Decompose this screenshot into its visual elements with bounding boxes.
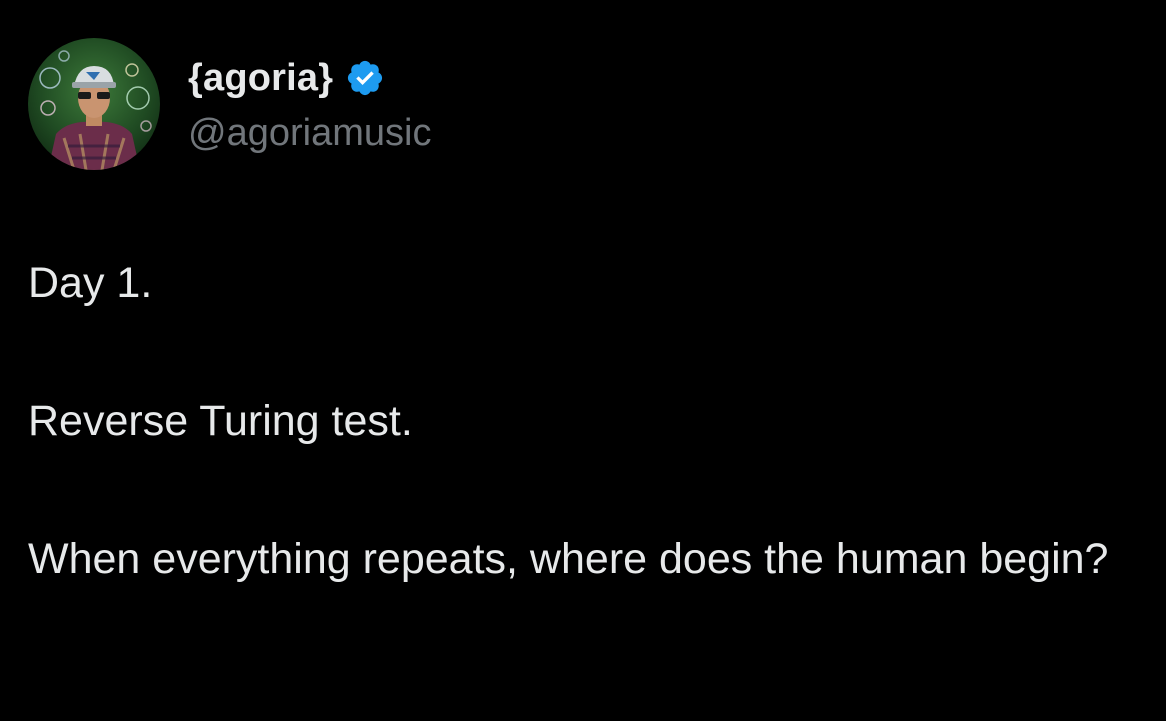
tweet-card: {agoria} @agoriamusic Day 1. Reverse Tur… bbox=[0, 0, 1166, 721]
tweet-paragraph: When everything repeats, where does the … bbox=[28, 535, 1109, 583]
verified-badge-icon[interactable] bbox=[345, 58, 385, 98]
author-name-row: {agoria} bbox=[188, 52, 431, 104]
tweet-paragraph: Reverse Turing test. bbox=[28, 397, 413, 445]
avatar[interactable] bbox=[28, 38, 160, 170]
author-handle[interactable]: @agoriamusic bbox=[188, 110, 431, 156]
author-info: {agoria} @agoriamusic bbox=[188, 52, 431, 156]
author-display-name[interactable]: {agoria} bbox=[188, 57, 333, 100]
tweet-paragraph: Day 1. bbox=[28, 259, 153, 307]
avatar-image bbox=[28, 38, 160, 170]
tweet-header: {agoria} @agoriamusic bbox=[28, 38, 431, 170]
tweet-text: Day 1. Reverse Turing test. When everyth… bbox=[28, 250, 1148, 592]
